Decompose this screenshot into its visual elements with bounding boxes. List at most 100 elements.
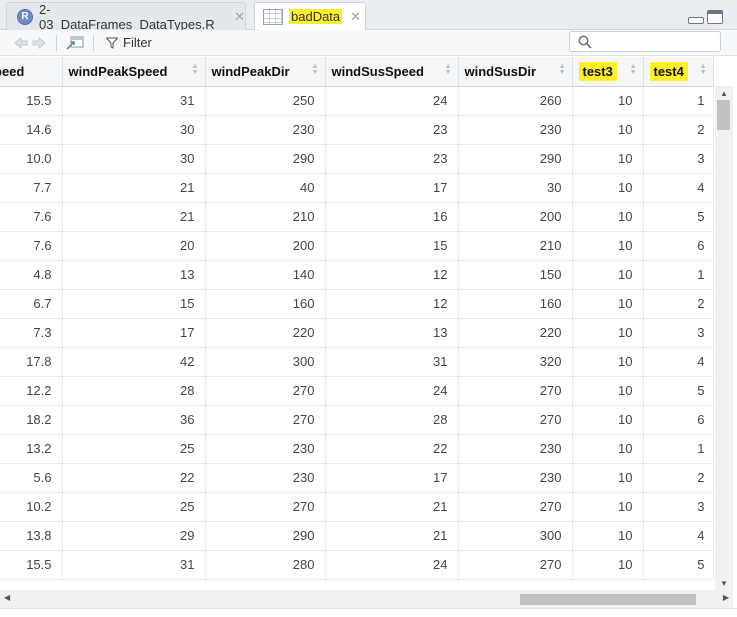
table-cell[interactable]: 12 — [325, 260, 459, 290]
table-cell[interactable]: 10 — [572, 521, 644, 551]
table-cell[interactable]: 13 — [62, 260, 206, 290]
table-cell[interactable]: 21 — [325, 492, 459, 522]
sort-icon[interactable]: ▲ ▼ — [700, 63, 707, 76]
table-cell[interactable]: 10 — [572, 231, 644, 261]
table-cell[interactable]: 10 — [572, 550, 644, 580]
table-cell[interactable]: 160 — [205, 289, 326, 319]
table-cell[interactable]: 5 — [643, 550, 714, 580]
table-cell[interactable]: 1 — [643, 86, 714, 116]
back-arrow-icon[interactable] — [12, 34, 30, 52]
forward-arrow-icon[interactable] — [30, 34, 48, 52]
table-cell[interactable]: 4 — [643, 521, 714, 551]
sort-icon[interactable]: ▲ ▼ — [192, 63, 199, 76]
table-cell[interactable]: 30 — [458, 173, 573, 203]
table-cell[interactable]: 4 — [643, 173, 714, 203]
table-cell[interactable]: 17 — [325, 173, 459, 203]
table-cell[interactable]: 20 — [62, 231, 206, 261]
scroll-right-icon[interactable]: ▶ — [723, 593, 729, 602]
table-cell[interactable]: 270 — [458, 550, 573, 580]
table-cell[interactable]: 4 — [643, 347, 714, 377]
table-cell[interactable]: 7.3 — [0, 318, 63, 348]
column-header[interactable]: test4 ▲ ▼ — [643, 57, 714, 87]
table-cell[interactable]: 10 — [572, 492, 644, 522]
table-cell[interactable]: 13 — [325, 318, 459, 348]
table-cell[interactable]: 200 — [458, 202, 573, 232]
table-cell[interactable]: 10 — [572, 434, 644, 464]
column-header[interactable]: peed — [0, 57, 63, 87]
table-cell[interactable]: 210 — [458, 231, 573, 261]
table-cell[interactable]: 160 — [458, 289, 573, 319]
table-cell[interactable]: 220 — [205, 318, 326, 348]
table-cell[interactable]: 15.5 — [0, 550, 63, 580]
table-cell[interactable]: 260 — [458, 86, 573, 116]
table-cell[interactable]: 2 — [643, 115, 714, 145]
table-cell[interactable]: 15 — [325, 231, 459, 261]
table-cell[interactable]: 270 — [458, 492, 573, 522]
table-cell[interactable]: 300 — [205, 347, 326, 377]
table-cell[interactable]: 22 — [62, 463, 206, 493]
table-cell[interactable]: 6 — [643, 405, 714, 435]
search-input[interactable] — [598, 34, 718, 49]
table-cell[interactable]: 2 — [643, 289, 714, 319]
table-cell[interactable]: 24 — [325, 550, 459, 580]
table-cell[interactable]: 31 — [62, 86, 206, 116]
table-cell[interactable]: 15.5 — [0, 86, 63, 116]
table-cell[interactable]: 220 — [458, 318, 573, 348]
table-cell[interactable]: 13.8 — [0, 521, 63, 551]
scroll-left-icon[interactable]: ◀ — [4, 593, 10, 602]
table-cell[interactable]: 230 — [205, 434, 326, 464]
table-cell[interactable]: 16 — [325, 202, 459, 232]
column-header[interactable]: windPeakSpeed ▲ ▼ — [62, 57, 206, 87]
table-cell[interactable]: 31 — [325, 347, 459, 377]
table-cell[interactable]: 5 — [643, 376, 714, 406]
table-cell[interactable]: 30 — [62, 115, 206, 145]
table-cell[interactable]: 5 — [643, 202, 714, 232]
filter-button[interactable]: Filter — [106, 35, 152, 50]
table-cell[interactable]: 28 — [62, 376, 206, 406]
table-cell[interactable]: 17 — [62, 318, 206, 348]
tab-baddata[interactable]: badData ✕ — [254, 2, 366, 31]
table-cell[interactable]: 10 — [572, 144, 644, 174]
scroll-up-icon[interactable]: ▲ — [715, 86, 733, 100]
table-cell[interactable]: 30 — [62, 144, 206, 174]
table-cell[interactable]: 23 — [325, 115, 459, 145]
table-cell[interactable]: 10 — [572, 86, 644, 116]
table-cell[interactable]: 17.8 — [0, 347, 63, 377]
table-cell[interactable]: 10 — [572, 173, 644, 203]
table-cell[interactable]: 2 — [643, 463, 714, 493]
table-cell[interactable]: 270 — [458, 376, 573, 406]
table-cell[interactable]: 7.6 — [0, 202, 63, 232]
table-cell[interactable]: 36 — [62, 405, 206, 435]
table-cell[interactable]: 290 — [205, 521, 326, 551]
minimize-icon[interactable] — [688, 17, 704, 24]
sort-icon[interactable]: ▲ ▼ — [559, 63, 566, 76]
tab-script-file[interactable]: R 2-03_DataFrames_DataTypes.R ✕ — [6, 2, 246, 32]
table-cell[interactable]: 10 — [572, 347, 644, 377]
table-cell[interactable]: 24 — [325, 376, 459, 406]
table-cell[interactable]: 230 — [458, 115, 573, 145]
table-cell[interactable]: 250 — [205, 86, 326, 116]
table-cell[interactable]: 200 — [205, 231, 326, 261]
close-icon[interactable]: ✕ — [234, 9, 245, 25]
table-cell[interactable]: 10 — [572, 202, 644, 232]
table-cell[interactable]: 6 — [643, 231, 714, 261]
column-header[interactable]: test3 ▲ ▼ — [572, 57, 644, 87]
table-cell[interactable]: 31 — [62, 550, 206, 580]
table-cell[interactable]: 270 — [205, 376, 326, 406]
table-cell[interactable]: 270 — [205, 405, 326, 435]
table-cell[interactable]: 230 — [458, 463, 573, 493]
table-cell[interactable]: 42 — [62, 347, 206, 377]
table-cell[interactable]: 1 — [643, 260, 714, 290]
table-cell[interactable]: 13.2 — [0, 434, 63, 464]
table-cell[interactable]: 25 — [62, 492, 206, 522]
table-cell[interactable]: 10.0 — [0, 144, 63, 174]
table-cell[interactable]: 4.8 — [0, 260, 63, 290]
table-cell[interactable]: 22 — [325, 434, 459, 464]
table-cell[interactable]: 290 — [458, 144, 573, 174]
table-cell[interactable]: 10.2 — [0, 492, 63, 522]
table-cell[interactable]: 230 — [205, 115, 326, 145]
table-cell[interactable]: 23 — [325, 144, 459, 174]
table-cell[interactable]: 6.7 — [0, 289, 63, 319]
table-cell[interactable]: 280 — [205, 550, 326, 580]
table-cell[interactable]: 320 — [458, 347, 573, 377]
